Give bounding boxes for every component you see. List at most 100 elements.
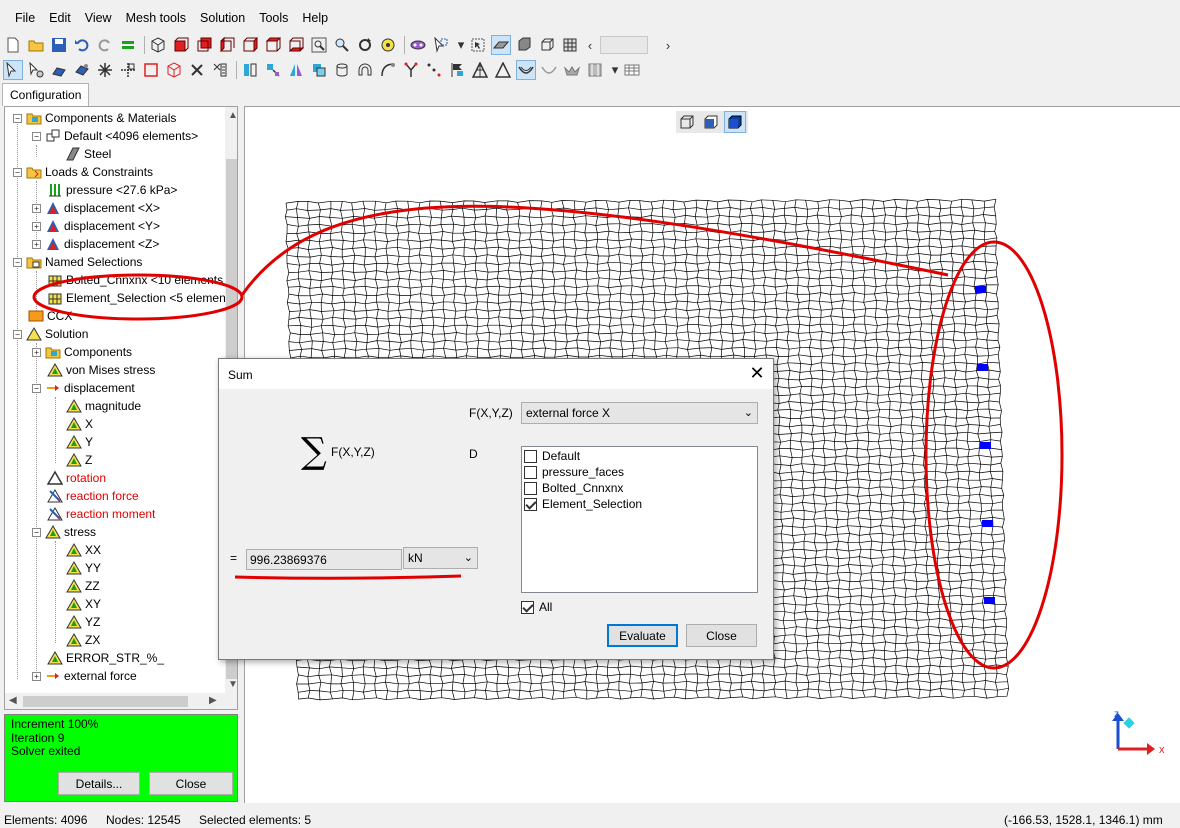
tree-node-yz[interactable]: YZ bbox=[66, 613, 100, 631]
expand-icon[interactable]: + bbox=[32, 221, 41, 231]
deselect-icon[interactable] bbox=[187, 60, 207, 80]
menu-tools[interactable]: Tools bbox=[252, 8, 295, 30]
tree-node-element-selection[interactable]: Element_Selection <5 elemen bbox=[47, 289, 226, 307]
expand-icon[interactable]: + bbox=[32, 347, 41, 357]
collapse-icon[interactable]: − bbox=[32, 383, 41, 393]
scroll-up-icon[interactable]: ▲ bbox=[228, 110, 237, 121]
tab-configuration[interactable]: Configuration bbox=[2, 83, 90, 106]
tree-node-ccx[interactable]: CCX bbox=[28, 307, 72, 325]
points-icon[interactable] bbox=[424, 60, 444, 80]
copy-icon[interactable] bbox=[309, 60, 329, 80]
scrollbar-thumb[interactable] bbox=[23, 696, 188, 707]
chevron-down-icon[interactable]: ▾ bbox=[454, 37, 468, 53]
cube-red-right-icon[interactable] bbox=[240, 35, 260, 55]
set-checkbox[interactable] bbox=[524, 481, 537, 495]
invert-select-icon[interactable] bbox=[210, 60, 230, 80]
redo-icon[interactable] bbox=[95, 35, 115, 55]
tree-node-displacement-x[interactable]: + displacement <X> bbox=[32, 199, 160, 217]
flag-icon[interactable] bbox=[447, 60, 467, 80]
expand-icon[interactable]: + bbox=[32, 239, 41, 249]
set-item-bolted-cnnxnx[interactable]: Bolted_Cnnxnx bbox=[524, 481, 623, 495]
face-select-icon[interactable] bbox=[72, 60, 92, 80]
tree-node-xx[interactable]: XX bbox=[66, 541, 101, 559]
set-item-pressure-faces[interactable]: pressure_faces bbox=[524, 465, 624, 479]
tree-node-error-str[interactable]: ERROR_STR_%_ bbox=[47, 649, 164, 667]
menu-file[interactable]: File bbox=[8, 8, 42, 30]
sweep-icon[interactable] bbox=[378, 60, 398, 80]
arch-icon[interactable] bbox=[355, 60, 375, 80]
tree-node-x[interactable]: X bbox=[66, 415, 93, 433]
branch-icon[interactable] bbox=[401, 60, 421, 80]
tree-node-displacement[interactable]: − displacement bbox=[32, 379, 135, 397]
set-checkbox[interactable] bbox=[524, 497, 537, 511]
zoom-icon[interactable] bbox=[332, 35, 352, 55]
tree-node-named-selections[interactable]: − Named Selections bbox=[13, 253, 142, 271]
mask-icon[interactable] bbox=[408, 35, 428, 55]
bowl-light-icon[interactable] bbox=[539, 60, 559, 80]
scroll-right-icon[interactable]: ▶ bbox=[209, 695, 217, 706]
tree-node-default[interactable]: − Default <4096 elements> bbox=[32, 127, 198, 145]
dialog-close-button[interactable]: Close bbox=[686, 624, 757, 647]
tree-node-solution[interactable]: − Solution bbox=[13, 325, 88, 343]
solid-icon[interactable] bbox=[514, 35, 534, 55]
selected-element[interactable] bbox=[982, 520, 993, 527]
all-checkbox[interactable] bbox=[521, 600, 534, 614]
new-icon[interactable] bbox=[3, 35, 23, 55]
menu-edit[interactable]: Edit bbox=[42, 8, 78, 30]
box-select-icon[interactable] bbox=[141, 60, 161, 80]
tree-node-components-materials[interactable]: − Components & Materials bbox=[13, 109, 176, 127]
select-pointer-icon[interactable] bbox=[3, 60, 23, 80]
function-select[interactable]: external force X ⌄ bbox=[521, 402, 758, 424]
cube-icon[interactable] bbox=[148, 35, 168, 55]
bowl-icon[interactable] bbox=[516, 60, 536, 80]
save-icon[interactable] bbox=[49, 35, 69, 55]
menu-view[interactable]: View bbox=[78, 8, 119, 30]
wireframe-icon[interactable] bbox=[537, 35, 557, 55]
cube-red-bottom-icon[interactable] bbox=[286, 35, 306, 55]
tree-node-displacement-z[interactable]: + displacement <Z> bbox=[32, 235, 159, 253]
expand-icon[interactable]: + bbox=[32, 203, 41, 213]
rotate-icon[interactable] bbox=[355, 35, 375, 55]
cube-red-left-icon[interactable] bbox=[217, 35, 237, 55]
selected-element[interactable] bbox=[977, 364, 988, 371]
selected-element[interactable] bbox=[980, 442, 991, 449]
set-checkbox[interactable] bbox=[524, 465, 537, 479]
scroll-left-icon[interactable]: ◀ bbox=[9, 695, 17, 706]
tree-node-bolted-cnnxnx[interactable]: Bolted_Cnnxnx <10 elements bbox=[47, 271, 223, 289]
toolbar-scroll[interactable] bbox=[600, 36, 648, 54]
collapse-icon[interactable]: − bbox=[13, 329, 22, 339]
cube-red-top-icon[interactable] bbox=[263, 35, 283, 55]
close-icon[interactable]: ✕ bbox=[747, 364, 767, 384]
menu-solution[interactable]: Solution bbox=[193, 8, 252, 30]
selected-element[interactable] bbox=[984, 597, 995, 604]
scroll-down-icon[interactable]: ▼ bbox=[228, 679, 237, 690]
tree-node-pressure[interactable]: pressure <27.6 kPa> bbox=[47, 181, 177, 199]
tree-node-y[interactable]: Y bbox=[66, 433, 93, 451]
tree-node-magnitude[interactable]: magnitude bbox=[66, 397, 141, 415]
select-icon[interactable] bbox=[468, 35, 488, 55]
collapse-icon[interactable]: − bbox=[32, 527, 41, 537]
equals-icon[interactable] bbox=[118, 35, 138, 55]
collapse-icon[interactable]: − bbox=[13, 113, 22, 123]
triangle-mesh-icon[interactable] bbox=[470, 60, 490, 80]
collapse-icon[interactable]: − bbox=[13, 167, 22, 177]
cylinder-icon[interactable] bbox=[332, 60, 352, 80]
pointer-dropdown-icon[interactable] bbox=[431, 35, 451, 55]
tree-node-zz[interactable]: ZZ bbox=[66, 577, 100, 595]
cube-red-back-icon[interactable] bbox=[194, 35, 214, 55]
collapse-icon[interactable]: − bbox=[32, 131, 41, 141]
scroll-right-icon[interactable]: › bbox=[661, 38, 675, 53]
tree-node-z[interactable]: Z bbox=[66, 451, 92, 469]
tree-node-von-mises[interactable]: von Mises stress bbox=[47, 361, 155, 379]
tree-node-external-force[interactable]: + external force bbox=[32, 667, 137, 685]
element-select-icon[interactable] bbox=[49, 60, 69, 80]
set-item-default[interactable]: Default bbox=[524, 449, 580, 463]
details-button[interactable]: Details... bbox=[58, 772, 140, 795]
tree-node-zx[interactable]: ZX bbox=[66, 631, 100, 649]
burst-icon[interactable] bbox=[95, 60, 115, 80]
surface-icon[interactable] bbox=[491, 35, 511, 55]
selected-element[interactable] bbox=[975, 286, 986, 293]
tree-node-stress[interactable]: − stress bbox=[32, 523, 96, 541]
tree-node-reaction-force[interactable]: reaction force bbox=[47, 487, 139, 505]
extrude-icon[interactable] bbox=[263, 60, 283, 80]
